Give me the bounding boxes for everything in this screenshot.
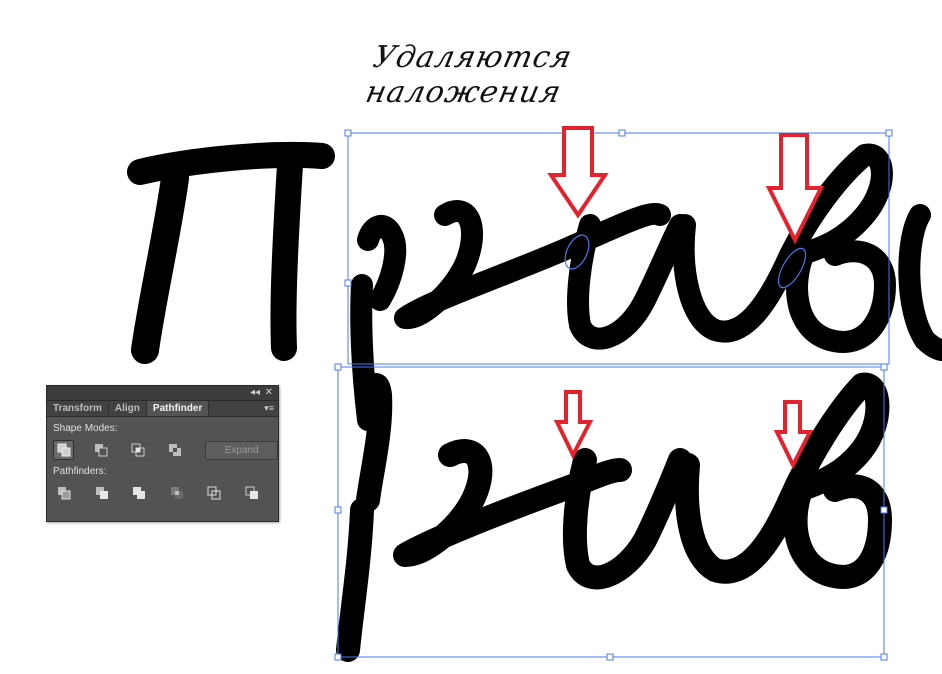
shape-modes-label: Shape Modes:: [53, 423, 118, 434]
crop-icon: [170, 487, 183, 499]
crop-button[interactable]: [166, 483, 187, 503]
intersect-button[interactable]: [127, 440, 148, 460]
merge-icon: [133, 487, 145, 499]
pathfinders-row: [53, 483, 278, 503]
unite-button[interactable]: [53, 440, 75, 460]
panel-tabs: Transform Align Pathfinder ▾≡: [47, 401, 278, 417]
tab-transform[interactable]: Transform: [47, 401, 109, 416]
collapse-icon[interactable]: ◂◂: [250, 386, 260, 400]
trim-icon: [95, 487, 108, 499]
pathfinders-label: Pathfinders:: [53, 466, 107, 477]
minus-back-icon: [245, 486, 258, 499]
divide-icon: [58, 487, 71, 500]
outline-button[interactable]: [203, 483, 224, 503]
minus-front-button[interactable]: [90, 440, 111, 460]
exclude-button[interactable]: [164, 440, 185, 460]
exclude-icon: [169, 444, 182, 456]
divide-button[interactable]: [53, 483, 74, 503]
pathfinder-panel[interactable]: ◂◂ ✕ Transform Align Pathfinder ▾≡ Shape…: [46, 385, 279, 522]
outline-icon: [207, 486, 221, 500]
glyph-pe[interactable]: [127, 141, 335, 364]
unite-icon: [57, 443, 71, 457]
minus-front-icon: [95, 444, 108, 457]
panel-title-bar[interactable]: ◂◂ ✕: [47, 386, 278, 401]
caption-title: Удаляются наложения: [362, 40, 576, 110]
trim-button[interactable]: [91, 483, 112, 503]
minus-back-button[interactable]: [241, 483, 262, 503]
tab-pathfinder[interactable]: Pathfinder: [146, 401, 210, 416]
merge-button[interactable]: [128, 483, 149, 503]
panel-menu-icon[interactable]: ▾≡: [264, 402, 274, 415]
tab-align[interactable]: Align: [109, 401, 147, 416]
arrow-down-icon: [547, 126, 609, 219]
arrow-down-icon: [553, 390, 594, 460]
close-icon[interactable]: ✕: [265, 386, 273, 400]
expand-button[interactable]: Expand: [205, 440, 279, 460]
intersect-icon: [131, 443, 145, 457]
shape-modes-row: Expand: [53, 440, 279, 460]
